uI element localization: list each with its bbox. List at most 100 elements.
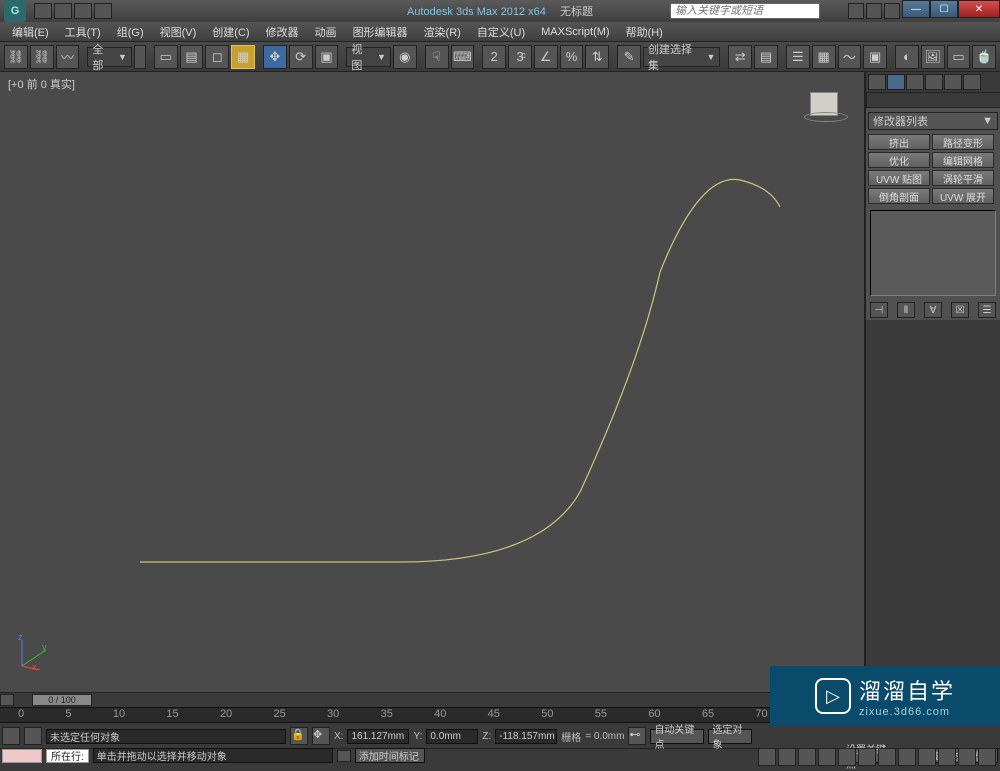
selection-filter-combo[interactable]: 全部▼ — [87, 47, 132, 67]
menu-tools[interactable]: 工具(T) — [57, 22, 109, 42]
next-frame-icon[interactable] — [818, 748, 836, 766]
menu-group[interactable]: 组(G) — [109, 22, 152, 42]
maximize-button[interactable]: ☐ — [930, 0, 958, 18]
snap-3d-icon[interactable]: 3ͨ — [508, 45, 532, 69]
tab-modify-icon[interactable] — [887, 74, 905, 90]
infocenter-icon[interactable] — [848, 3, 864, 19]
qat-undo-icon[interactable] — [54, 3, 72, 19]
select-manipulate-icon[interactable]: ☟ — [425, 45, 449, 69]
lock-selection-icon[interactable] — [24, 727, 42, 745]
minimize-button[interactable]: — — [902, 0, 930, 18]
timeslider-left-icon[interactable] — [0, 694, 14, 706]
show-end-result-icon[interactable]: Ⅱ — [897, 302, 915, 318]
render-setup-icon[interactable]: 🖼 — [921, 45, 945, 69]
menu-edit[interactable]: 编辑(E) — [4, 22, 57, 42]
autokey-button[interactable]: 自动关键点 — [650, 729, 704, 744]
zoom-extents-icon[interactable] — [898, 748, 916, 766]
add-timetag-button[interactable]: 添加时间标记 — [355, 748, 425, 763]
qat-redo-icon[interactable] — [74, 3, 92, 19]
select-move-icon[interactable]: ✥ — [263, 45, 287, 69]
tab-motion-icon[interactable] — [925, 74, 943, 90]
modifier-stack[interactable] — [870, 210, 996, 296]
select-scale-icon[interactable]: ▣ — [315, 45, 339, 69]
modifier-list-combo[interactable]: 修改器列表▼ — [868, 112, 998, 130]
time-slider-handle[interactable]: 0 / 100 — [32, 694, 92, 706]
render-icon[interactable]: 🍵 — [972, 45, 996, 69]
snap-2d-icon[interactable]: 2 — [482, 45, 506, 69]
mod-bevelprofile-button[interactable]: 倒角剖面 — [868, 188, 930, 204]
maximize-viewport-icon[interactable] — [978, 748, 996, 766]
configure-sets-icon[interactable]: ☰ — [978, 302, 996, 318]
spinner-snap-icon[interactable]: ⇅ — [585, 45, 609, 69]
curve-editor-icon[interactable]: 〜 — [838, 45, 862, 69]
select-by-name-icon[interactable]: ▤ — [180, 45, 204, 69]
mod-pathdeform-button[interactable]: 路径变形 — [932, 134, 994, 150]
make-unique-icon[interactable]: ∀ — [924, 302, 942, 318]
percent-snap-icon[interactable]: % — [560, 45, 584, 69]
link-icon[interactable]: ⛓ — [4, 45, 28, 69]
mod-extrude-button[interactable]: 挤出 — [868, 134, 930, 150]
menu-views[interactable]: 视图(V) — [152, 22, 205, 42]
timeconfig-icon[interactable]: ⊷ — [628, 727, 646, 745]
use-center-icon[interactable]: ◉ — [393, 45, 417, 69]
window-crossing-icon[interactable]: ▦ — [231, 45, 255, 69]
play-icon[interactable] — [798, 748, 816, 766]
bind-spacewarp-icon[interactable]: 〰 — [56, 45, 80, 69]
select-object-icon[interactable]: ▭ — [154, 45, 178, 69]
timetag-prev-icon[interactable] — [337, 750, 351, 762]
keysel-combo[interactable]: 选定对象 — [708, 729, 752, 744]
z-coord-input[interactable]: -118.157mm — [495, 729, 557, 744]
qat-new-icon[interactable] — [34, 3, 52, 19]
mod-editmesh-button[interactable]: 编辑网格 — [932, 152, 994, 168]
object-name-input[interactable] — [866, 92, 1000, 108]
select-rotate-icon[interactable]: ⟳ — [289, 45, 313, 69]
keyboard-shortcut-icon[interactable]: ⌨ — [451, 45, 475, 69]
remove-modifier-icon[interactable]: ☒ — [951, 302, 969, 318]
isolate-icon[interactable]: 🔒 — [290, 727, 308, 745]
viewport[interactable]: [+0 前 0 真实] z y x — [0, 72, 865, 692]
zoom-all-icon[interactable] — [878, 748, 896, 766]
align-icon[interactable]: ▤ — [754, 45, 778, 69]
mod-uvwmap-button[interactable]: UVW 贴图 — [868, 170, 930, 186]
named-selection-combo[interactable]: 创建选择集▼ — [643, 47, 720, 67]
tab-utilities-icon[interactable] — [963, 74, 981, 90]
fov-icon[interactable] — [918, 748, 936, 766]
tab-display-icon[interactable] — [944, 74, 962, 90]
material-editor-icon[interactable]: ◐ — [895, 45, 919, 69]
angle-snap-icon[interactable]: ∠ — [534, 45, 558, 69]
app-logo[interactable]: G — [4, 0, 26, 22]
menu-modifiers[interactable]: 修改器 — [258, 22, 307, 42]
menu-grapheditors[interactable]: 图形编辑器 — [345, 22, 416, 42]
close-button[interactable]: ✕ — [958, 0, 1000, 18]
goto-end-icon[interactable] — [838, 748, 856, 766]
maxscript-mini-icon[interactable] — [2, 727, 20, 745]
menu-rendering[interactable]: 渲染(R) — [416, 22, 469, 42]
orbit-icon[interactable] — [958, 748, 976, 766]
search-input[interactable] — [670, 3, 820, 19]
absolute-relative-icon[interactable]: ✥ — [312, 727, 330, 745]
prev-frame-icon[interactable] — [778, 748, 796, 766]
script-listener-output[interactable] — [2, 749, 42, 763]
pan-icon[interactable] — [938, 748, 956, 766]
favorites-icon[interactable] — [866, 3, 882, 19]
schematic-view-icon[interactable]: ▣ — [863, 45, 887, 69]
x-coord-input[interactable]: 161.127mm — [347, 729, 409, 744]
mod-optimize-button[interactable]: 优化 — [868, 152, 930, 168]
filter-flyout-icon[interactable] — [134, 45, 146, 69]
ref-coord-combo[interactable]: 视图▼ — [346, 47, 391, 67]
tab-create-icon[interactable] — [868, 74, 886, 90]
y-coord-input[interactable]: 0.0mm — [426, 729, 478, 744]
zoom-icon[interactable] — [858, 748, 876, 766]
mod-uvwunwrap-button[interactable]: UVW 展开 — [932, 188, 994, 204]
render-frame-icon[interactable]: ▭ — [947, 45, 971, 69]
goto-start-icon[interactable] — [758, 748, 776, 766]
graphite-icon[interactable]: ▦ — [812, 45, 836, 69]
menu-customize[interactable]: 自定义(U) — [469, 22, 533, 42]
menu-create[interactable]: 创建(C) — [204, 22, 257, 42]
layers-icon[interactable]: ☰ — [786, 45, 810, 69]
mod-turbosmooth-button[interactable]: 涡轮平滑 — [932, 170, 994, 186]
menu-animation[interactable]: 动画 — [307, 22, 345, 42]
help-icon[interactable] — [884, 3, 900, 19]
unlink-icon[interactable]: ⛓ — [30, 45, 54, 69]
menu-maxscript[interactable]: MAXScript(M) — [533, 24, 617, 40]
